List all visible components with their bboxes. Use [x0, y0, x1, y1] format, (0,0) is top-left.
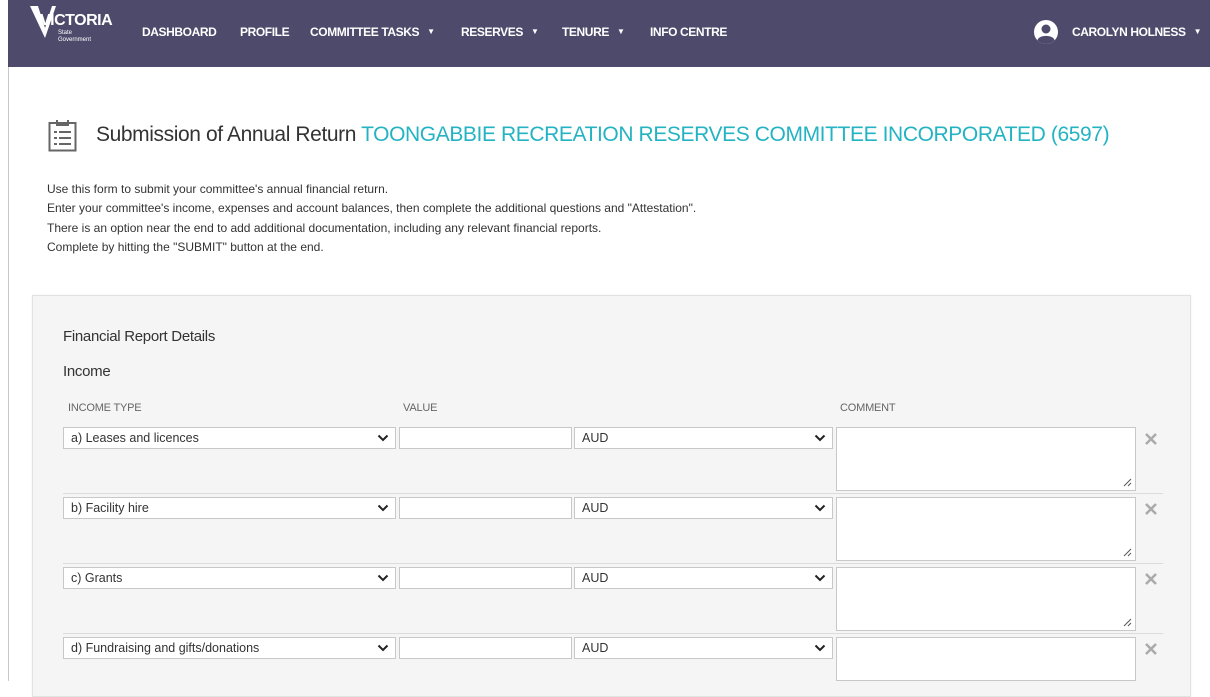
currency-select[interactable]: AUD	[574, 427, 833, 449]
nav-profile[interactable]: PROFILE	[240, 25, 290, 39]
col-header-value: VALUE	[403, 402, 438, 414]
caret-down-icon: ▼	[530, 27, 539, 36]
user-circle-icon[interactable]	[1034, 20, 1058, 44]
caret-down-icon: ▼	[1193, 27, 1202, 36]
top-navbar: VICTORIA State Government DASHBOARD PROF…	[8, 0, 1210, 67]
close-icon[interactable]	[1143, 501, 1159, 517]
logo-text: VICTORIA	[40, 12, 113, 29]
intro-line: Use this form to submit your committee's…	[47, 182, 389, 196]
chevron-down-icon	[814, 574, 826, 582]
chevron-down-icon	[377, 434, 389, 442]
currency-value: AUD	[582, 431, 609, 445]
currency-select[interactable]: AUD	[574, 497, 833, 519]
row-divider	[63, 493, 1163, 494]
nav-committee-tasks[interactable]: COMMITTEE TASKS ▼	[310, 25, 435, 39]
income-type-value: a) Leases and licences	[71, 431, 199, 445]
nav-dashboard[interactable]: DASHBOARD	[142, 25, 217, 39]
user-name: CAROLYN HOLNESS	[1072, 25, 1186, 39]
nav-tenure-label: TENURE	[562, 25, 609, 39]
currency-select[interactable]: AUD	[574, 637, 833, 659]
victoria-logo[interactable]: VICTORIA State Government	[30, 6, 130, 60]
income-type-value: b) Facility hire	[71, 501, 149, 515]
comment-textarea[interactable]	[836, 637, 1136, 681]
nav-reserves[interactable]: RESERVES ▼	[461, 25, 539, 39]
resize-grip-icon[interactable]	[1123, 548, 1132, 557]
user-menu[interactable]: CAROLYN HOLNESS ▼	[1072, 25, 1201, 39]
value-input[interactable]	[399, 637, 572, 659]
col-header-income-type: INCOME TYPE	[68, 402, 142, 414]
nav-info-centre-label: INFO CENTRE	[650, 25, 727, 39]
income-type-value: d) Fundraising and gifts/donations	[71, 641, 260, 655]
row-divider	[63, 563, 1163, 564]
income-type-select[interactable]: d) Fundraising and gifts/donations	[63, 637, 396, 659]
nav-reserves-label: RESERVES	[461, 25, 523, 39]
income-type-value: c) Grants	[71, 571, 123, 585]
chevron-down-icon	[814, 504, 826, 512]
form-list-icon	[48, 120, 77, 152]
intro-line: Complete by hitting the "SUBMIT" button …	[47, 240, 324, 255]
currency-select[interactable]: AUD	[574, 567, 833, 589]
currency-value: AUD	[582, 571, 609, 585]
currency-value: AUD	[582, 501, 609, 515]
page-title-org: TOONGABBIE RECREATION RESERVES COMMITTEE…	[361, 123, 1110, 146]
close-icon[interactable]	[1143, 571, 1159, 587]
income-type-select[interactable]: b) Facility hire	[63, 497, 396, 519]
comment-textarea[interactable]	[836, 567, 1136, 631]
value-input[interactable]	[399, 567, 572, 589]
logo-sub-government: Government	[58, 37, 92, 43]
income-type-select[interactable]: a) Leases and licences	[63, 427, 396, 449]
intro-text: Use this form to submit your committee's…	[47, 180, 696, 258]
intro-line: Enter your committee's income, expenses …	[47, 201, 697, 216]
income-title: Income	[63, 363, 111, 380]
chevron-down-icon	[377, 644, 389, 652]
page-title-prefix: Submission of Annual Return	[96, 123, 357, 146]
nav-info-centre[interactable]: INFO CENTRE	[650, 25, 727, 39]
row-divider	[63, 633, 1163, 634]
logo-sub-state: State	[58, 30, 73, 36]
chevron-down-icon	[814, 644, 826, 652]
income-type-select[interactable]: c) Grants	[63, 567, 396, 589]
logo-subtext: State Government	[58, 30, 91, 44]
intro-line: There is an option near the end to add a…	[47, 220, 602, 235]
value-input[interactable]	[399, 497, 572, 519]
close-icon[interactable]	[1143, 431, 1159, 447]
nav-profile-label: PROFILE	[240, 25, 290, 39]
resize-grip-icon[interactable]	[1123, 618, 1132, 627]
col-header-comment: COMMENT	[840, 402, 896, 414]
comment-textarea[interactable]	[836, 497, 1136, 561]
nav-tenure[interactable]: TENURE ▼	[562, 25, 625, 39]
currency-value: AUD	[582, 641, 609, 655]
chevron-down-icon	[377, 504, 389, 512]
chevron-down-icon	[814, 434, 826, 442]
comment-textarea[interactable]	[836, 427, 1136, 491]
close-icon[interactable]	[1143, 641, 1159, 657]
nav-committee-tasks-label: COMMITTEE TASKS	[310, 25, 420, 39]
caret-down-icon: ▼	[616, 27, 625, 36]
page-title: Submission of Annual Return TOONGABBIE R…	[96, 123, 1110, 147]
caret-down-icon: ▼	[427, 27, 435, 36]
section-title: Financial Report Details	[63, 328, 216, 345]
nav-dashboard-label: DASHBOARD	[142, 25, 217, 39]
value-input[interactable]	[399, 427, 572, 449]
resize-grip-icon[interactable]	[1123, 478, 1132, 487]
chevron-down-icon	[377, 574, 389, 582]
